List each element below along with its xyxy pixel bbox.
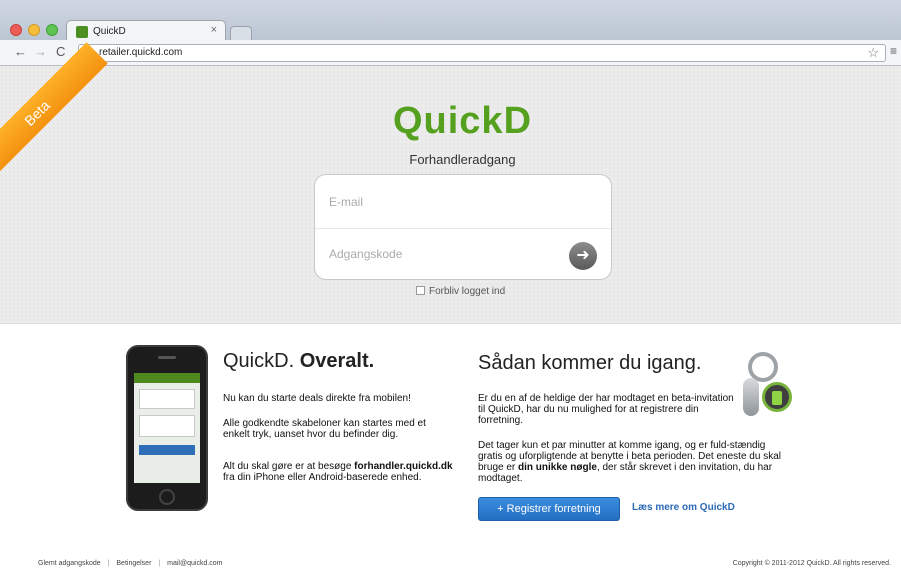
visit-text-b: fra din iPhone eller Android-baserede en…: [223, 472, 422, 483]
bookmark-star-icon[interactable]: ☆: [867, 45, 879, 61]
contact-email-link[interactable]: mail@quickd.com: [167, 560, 222, 567]
close-tab-icon[interactable]: ×: [211, 24, 217, 36]
email-input[interactable]: E-mail: [329, 195, 559, 209]
new-tab-button[interactable]: [230, 26, 252, 40]
key-fob-logo: [772, 391, 782, 405]
submit-arrow-button[interactable]: ➜: [569, 242, 597, 270]
overalt-heading: QuickD. Overalt.: [223, 350, 374, 373]
remember-me-label: Forbliv logget ind: [429, 286, 506, 297]
zoom-window-button[interactable]: [46, 24, 58, 36]
footer-separator: |: [107, 560, 110, 567]
read-more-link[interactable]: Læs mere om QuickD: [632, 502, 735, 513]
signup-info-text: Det tager kun et par minutter at komme i…: [478, 440, 788, 484]
page-subtitle: Forhandleradgang: [409, 152, 516, 167]
login-form: E-mail Adgangskode ➜: [314, 174, 612, 280]
tab-title: QuickD: [93, 26, 126, 37]
silver-key: [743, 378, 759, 416]
iphone-illustration: [126, 345, 208, 511]
mobile-intro-text: Nu kan du starte deals direkte fra mobil…: [223, 393, 411, 404]
field-divider: [315, 228, 611, 229]
phone-slider-card: [139, 415, 195, 437]
keys-icon: [738, 352, 800, 420]
browser-tab-bar: QuickD ×: [0, 0, 901, 42]
login-area: Beta QuickD Forhandleradgang E-mail Adga…: [0, 42, 901, 324]
forgot-password-link[interactable]: Glemt adgangskode: [38, 560, 101, 567]
quickd-logo: QuickD: [392, 100, 533, 142]
phone-app-header: [134, 373, 200, 383]
browser-tab[interactable]: QuickD ×: [66, 20, 226, 42]
phone-speaker: [158, 356, 176, 359]
beta-invitation-text: Er du en af de heldige der har modtaget …: [478, 393, 734, 426]
checkbox-icon[interactable]: [416, 286, 425, 295]
footer-separator: |: [158, 560, 161, 567]
phone-home-button: [159, 489, 175, 505]
favicon-icon: [76, 26, 88, 38]
heading-quickd: QuickD.: [223, 350, 295, 372]
getting-started-heading: Sådan kommer du igang.: [478, 352, 702, 374]
footer-links: Glemt adgangskode | Betingelser | mail@q…: [38, 560, 223, 567]
green-key-fob: [762, 382, 792, 412]
remember-me-checkbox[interactable]: Forbliv logget ind: [416, 286, 505, 297]
address-bar[interactable]: ◎ retailer.quickd.com ☆: [78, 44, 886, 62]
terms-link[interactable]: Betingelser: [116, 560, 151, 567]
templates-text: Alle godkendte skabeloner kan startes me…: [223, 418, 426, 440]
register-business-button[interactable]: + Registrer forretning: [478, 497, 620, 521]
browser-toolbar: ← → C ◎ retailer.quickd.com ☆ ≡: [0, 40, 901, 66]
visit-text-a: Alt du skal gøre er at besøge: [223, 461, 355, 472]
minimize-window-button[interactable]: [28, 24, 40, 36]
copyright-text: Copyright © 2011-2012 QuickD. All rights…: [732, 560, 891, 567]
reload-icon[interactable]: C: [56, 44, 65, 59]
phone-deal-card: [139, 389, 195, 409]
forward-arrow-icon[interactable]: →: [34, 44, 47, 59]
password-input[interactable]: Adgangskode: [329, 247, 559, 261]
back-arrow-icon[interactable]: ←: [14, 44, 27, 59]
wrench-menu-icon[interactable]: ≡: [890, 44, 897, 58]
visit-site-text: Alt du skal gøre er at besøge forhandler…: [223, 461, 453, 483]
heading-overalt: Overalt.: [299, 350, 375, 372]
phone-start-button: [139, 445, 195, 455]
url-text: retailer.quickd.com: [99, 47, 183, 58]
close-window-button[interactable]: [10, 24, 22, 36]
phone-screen: [134, 373, 200, 483]
retailer-domain: forhandler.quickd.dk: [354, 461, 453, 472]
unique-key-text: din unikke nøgle: [518, 462, 597, 473]
